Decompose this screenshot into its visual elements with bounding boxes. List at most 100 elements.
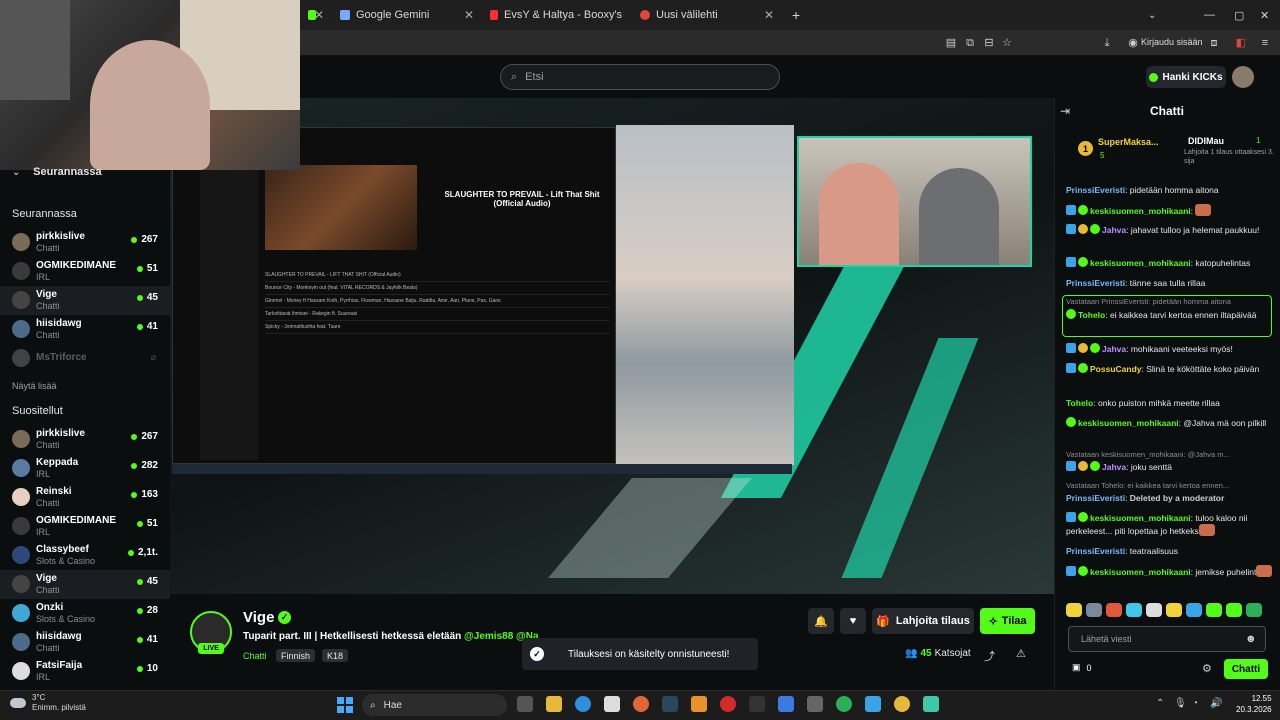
- emoji-picker-icon[interactable]: ☻: [1245, 633, 1257, 645]
- taskbar-search[interactable]: ⌕ Hae: [362, 694, 507, 716]
- sidebar-item-hiisidawg[interactable]: hiisidawg Chatti 41: [0, 628, 170, 657]
- rank-badge: 1: [1078, 141, 1093, 156]
- minimize-icon[interactable]: —: [1196, 4, 1223, 26]
- sidebar-item-vige[interactable]: Vige Chatti 45: [0, 570, 170, 599]
- leader-name[interactable]: SuperMaksa...: [1098, 137, 1159, 147]
- search-input[interactable]: ⌕ Etsi: [500, 64, 780, 90]
- share-icon[interactable]: ⤴: [984, 648, 995, 664]
- pocket-icon[interactable]: ⊟: [982, 36, 996, 50]
- maximize-icon[interactable]: ▢: [1226, 4, 1252, 26]
- wifi-icon[interactable]: ◔: [1192, 698, 1198, 709]
- leader-name[interactable]: DIDIMau: [1188, 136, 1224, 146]
- signin-link[interactable]: Kirjaudu sisään: [1141, 37, 1203, 47]
- gear-icon[interactable]: ⚙: [1202, 662, 1212, 675]
- sidebar-item-fatsifaija[interactable]: FatsiFaija IRL 10: [0, 657, 170, 686]
- success-toast: ✓ Tilauksesi on käsitelty onnistuneesti!: [522, 638, 758, 670]
- sidebar-item-pirkkislive[interactable]: pirkkislive Chatti 267: [0, 425, 170, 454]
- download-icon[interactable]: ⤓: [1100, 36, 1114, 50]
- start-button[interactable]: [337, 697, 353, 713]
- microphone-icon[interactable]: 🎙: [1174, 698, 1187, 709]
- app-icon[interactable]: [865, 696, 881, 712]
- emote-icon[interactable]: [1126, 603, 1142, 617]
- sidebar-item-reinski[interactable]: Reinski Chatti 163: [0, 483, 170, 512]
- chrome-icon[interactable]: [894, 696, 910, 712]
- close-window-icon[interactable]: ✕: [1252, 4, 1277, 26]
- emote-icon[interactable]: [1186, 603, 1202, 617]
- emote-icon[interactable]: [1146, 603, 1162, 617]
- youtube-favicon-icon: [490, 10, 498, 20]
- addon-icon[interactable]: ◧: [1234, 36, 1248, 50]
- sidebar-item-hiisidawg[interactable]: hiisidawg Chatti 41: [0, 315, 170, 344]
- sidebar-item-pirkkislive[interactable]: pirkkislive Chatti 267: [0, 228, 170, 257]
- emote-icon[interactable]: [1106, 603, 1122, 617]
- sidebar-item-classybeef[interactable]: Classybeef Slots & Casino 2,1t.: [0, 541, 170, 570]
- paint-icon[interactable]: [778, 696, 794, 712]
- show-more-link[interactable]: Näytä lisää: [12, 381, 57, 391]
- category-link[interactable]: Chatti: [243, 649, 267, 662]
- chat-message: Jahva: joku senttä: [1066, 461, 1274, 473]
- send-chat-button[interactable]: Chatti: [1224, 659, 1268, 679]
- steam-icon[interactable]: [662, 696, 678, 712]
- user-avatar[interactable]: [1232, 66, 1254, 88]
- following-collapse[interactable]: ⌄ Seurannassa: [12, 166, 102, 178]
- new-tab-button[interactable]: +: [784, 4, 804, 26]
- reader-icon[interactable]: ▤: [944, 36, 958, 50]
- emote-icon[interactable]: [1226, 603, 1242, 617]
- tab-list-icon[interactable]: ⌄: [1140, 4, 1164, 26]
- chat-message: PrinssiEveristi: tänne saa tulla rillaa: [1066, 278, 1206, 288]
- screenshot-icon[interactable]: ⧉: [963, 36, 977, 50]
- chevron-up-icon[interactable]: ⌃: [1156, 698, 1164, 709]
- tab-youtube[interactable]: EvsY & Haltya - Booxy's Funky C...: [482, 4, 630, 26]
- obs-icon[interactable]: [836, 696, 852, 712]
- account-icon[interactable]: ◉: [1126, 36, 1140, 50]
- mention-link[interactable]: @Jemis88: [464, 631, 513, 642]
- notification-bell-button[interactable]: 🔔: [808, 608, 834, 634]
- sidebar-item-ogmikedimane[interactable]: OGMIKEDIMANE IRL 51: [0, 257, 170, 286]
- close-tab-icon[interactable]: ✕: [764, 8, 774, 22]
- volume-icon[interactable]: 🔊: [1210, 698, 1222, 709]
- clock[interactable]: 12.55 20.3.2026: [1236, 693, 1272, 715]
- opera-icon[interactable]: [720, 696, 736, 712]
- emote-icon[interactable]: [1086, 603, 1102, 617]
- chat-input[interactable]: Lähetä viesti: [1068, 626, 1266, 652]
- streamer-name[interactable]: Vige: [243, 609, 274, 626]
- follow-heart-button[interactable]: ♥: [840, 608, 866, 634]
- facecam-overlay: [797, 136, 1032, 267]
- bookmark-star-icon[interactable]: ☆: [1000, 36, 1014, 50]
- weather-widget[interactable]: 3°C Enimm. pilvistä: [10, 693, 86, 713]
- firefox-icon[interactable]: [633, 696, 649, 712]
- emote-icon[interactable]: [1166, 603, 1182, 617]
- sidebar-item-onzki[interactable]: Onzki Slots & Casino 28: [0, 599, 170, 628]
- store-icon[interactable]: [604, 696, 620, 712]
- file-explorer-icon[interactable]: [546, 696, 562, 712]
- get-kicks-button[interactable]: Hanki KICKs: [1146, 66, 1226, 88]
- tab-gemini[interactable]: Google Gemini ✕: [332, 4, 480, 26]
- emote-icon[interactable]: [1066, 603, 1082, 617]
- tab-kick[interactable]: ✕: [300, 4, 330, 26]
- notepad-icon[interactable]: [923, 696, 939, 712]
- sidebar-item-mstriforce[interactable]: MsTriforce ⌀: [0, 344, 170, 373]
- emote-icon[interactable]: [1206, 603, 1222, 617]
- app-icon[interactable]: [807, 696, 823, 712]
- gift-sub-button[interactable]: 🎁 Lahjoita tilaus: [872, 608, 974, 634]
- subscribe-button[interactable]: ✧ Tilaa: [980, 608, 1035, 634]
- emote-icon[interactable]: [1246, 603, 1262, 617]
- extensions-icon[interactable]: ⧈: [1207, 36, 1221, 50]
- close-tab-icon[interactable]: ✕: [314, 8, 324, 22]
- task-view-icon[interactable]: [517, 696, 533, 712]
- edge-icon[interactable]: [575, 696, 591, 712]
- close-tab-icon[interactable]: ✕: [464, 8, 474, 22]
- channel-category: IRL: [36, 527, 51, 537]
- vlc-icon[interactable]: [691, 696, 707, 712]
- report-icon[interactable]: ⚠: [1016, 647, 1026, 660]
- language-tag[interactable]: Finnish: [276, 649, 316, 662]
- tab-new[interactable]: Uusi välilehti ✕: [632, 4, 780, 26]
- menu-icon[interactable]: ≡: [1258, 36, 1272, 50]
- sidebar-item-keppada[interactable]: Keppada IRL 282: [0, 454, 170, 483]
- channel-name: OGMIKEDIMANE: [36, 260, 116, 271]
- sidebar-item-ogmikedimane[interactable]: OGMIKEDIMANE IRL 51: [0, 512, 170, 541]
- sidebar-item-vige[interactable]: Vige Chatti 45: [0, 286, 170, 315]
- channel-points[interactable]: ▣ 0: [1072, 662, 1092, 673]
- terminal-icon[interactable]: [749, 696, 765, 712]
- age-tag[interactable]: K18: [322, 649, 349, 662]
